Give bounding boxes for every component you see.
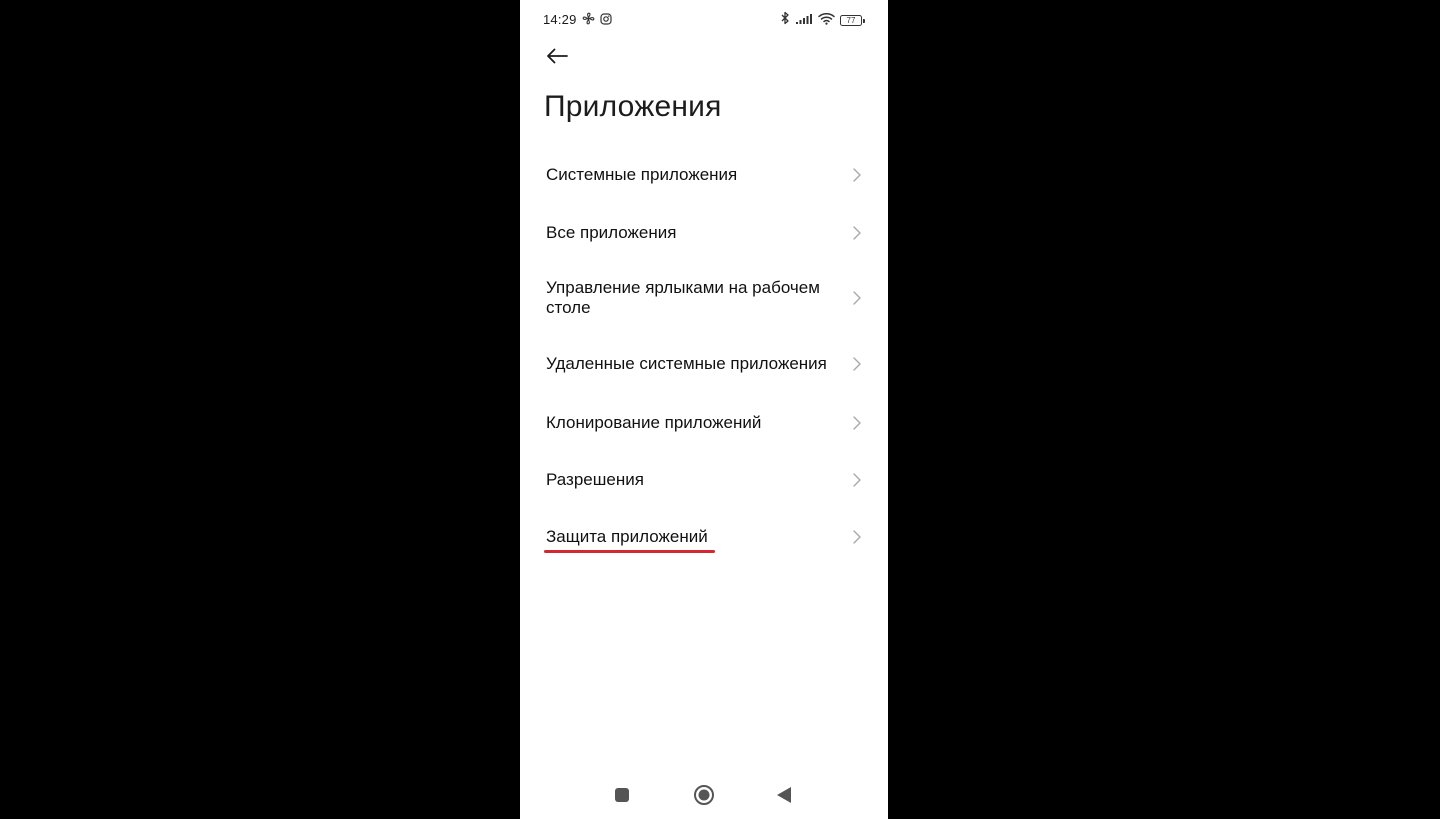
chevron-right-icon xyxy=(852,356,862,372)
battery-icon: 77 xyxy=(840,15,865,26)
chevron-right-icon xyxy=(852,529,862,545)
chevron-right-icon xyxy=(852,225,862,241)
chevron-right-icon xyxy=(852,472,862,488)
status-left-icons xyxy=(582,12,612,30)
phone-screen: 14:29 77 Приложения Системные приложения… xyxy=(520,0,888,819)
status-bar: 14:29 77 xyxy=(520,0,888,40)
menu-item-permissions[interactable]: Разрешения xyxy=(520,451,888,508)
chevron-right-icon xyxy=(852,167,862,183)
instagram-icon xyxy=(600,12,612,30)
bluetooth-icon xyxy=(780,11,790,30)
menu-item-label: Разрешения xyxy=(546,469,644,489)
menu-list: Системные приложения Все приложения Упра… xyxy=(520,146,888,566)
menu-item-label: Все приложения xyxy=(546,223,677,242)
menu-item-label: Защита приложений xyxy=(546,527,708,546)
menu-item-label: Клонирование приложений xyxy=(546,412,762,432)
arrow-left-icon xyxy=(545,48,569,69)
fan-icon xyxy=(582,12,595,30)
status-time: 14:29 xyxy=(543,12,577,27)
menu-item-label: Управление ярлыками на рабочем столе xyxy=(546,278,820,317)
menu-item-all-apps[interactable]: Все приложения xyxy=(520,204,888,262)
menu-item-system-apps[interactable]: Системные приложения xyxy=(520,146,888,204)
chevron-right-icon xyxy=(852,290,862,306)
back-triangle-icon[interactable] xyxy=(776,786,792,809)
signal-icon xyxy=(795,12,813,30)
chevron-right-icon xyxy=(852,415,862,431)
status-right-icons: 77 xyxy=(780,11,865,30)
menu-item-shortcuts[interactable]: Управление ярлыками на рабочем столе xyxy=(520,262,888,334)
page-title: Приложения xyxy=(544,90,722,123)
navigation-bar xyxy=(520,775,888,815)
menu-item-label: Удаленные системные приложения xyxy=(546,354,827,373)
home-circle-icon[interactable] xyxy=(693,784,715,811)
back-button[interactable] xyxy=(542,44,572,72)
menu-item-app-lock[interactable]: Защита приложений xyxy=(520,508,888,566)
recents-square-icon[interactable] xyxy=(614,787,630,808)
menu-item-label: Системные приложения xyxy=(546,165,738,184)
menu-item-app-cloning[interactable]: Клонирование приложений xyxy=(520,394,888,451)
wifi-icon xyxy=(818,12,835,30)
battery-level: 77 xyxy=(846,16,856,25)
menu-item-uninstalled-system-apps[interactable]: Удаленные системные приложения xyxy=(520,334,888,394)
highlight-underline xyxy=(544,550,715,553)
